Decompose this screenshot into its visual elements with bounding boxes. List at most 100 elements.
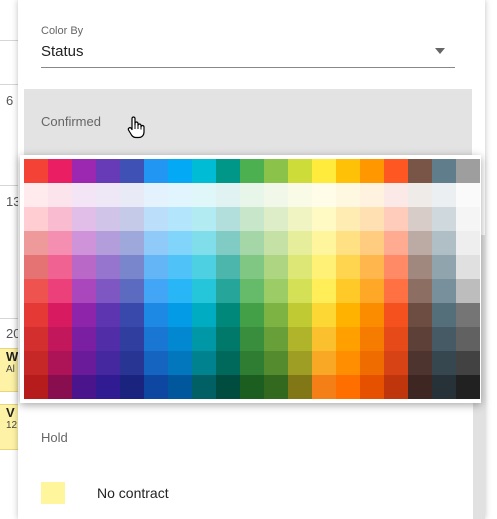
color-swatch-yellow-3[interactable] bbox=[312, 231, 336, 255]
color-swatch-light-green-0[interactable] bbox=[264, 159, 288, 183]
color-swatch-light-green-8[interactable] bbox=[264, 351, 288, 375]
color-swatch-green-1[interactable] bbox=[240, 183, 264, 207]
color-swatch-yellow-1[interactable] bbox=[312, 183, 336, 207]
color-swatch-yellow-4[interactable] bbox=[312, 255, 336, 279]
color-swatch-lime-1[interactable] bbox=[288, 183, 312, 207]
color-swatch-grey-8[interactable] bbox=[456, 351, 480, 375]
color-swatch-grey-2[interactable] bbox=[456, 207, 480, 231]
color-swatch-grey-7[interactable] bbox=[456, 327, 480, 351]
color-swatch-green-4[interactable] bbox=[240, 255, 264, 279]
color-swatch-pink-7[interactable] bbox=[48, 327, 72, 351]
color-swatch-brown-9[interactable] bbox=[408, 375, 432, 399]
color-swatch-light-blue-3[interactable] bbox=[168, 231, 192, 255]
color-swatch-deep-orange-3[interactable] bbox=[384, 231, 408, 255]
color-swatch-indigo-2[interactable] bbox=[120, 207, 144, 231]
color-swatch-blue-5[interactable] bbox=[144, 279, 168, 303]
color-swatch-purple-6[interactable] bbox=[72, 303, 96, 327]
color-swatch-blue-grey-7[interactable] bbox=[432, 327, 456, 351]
color-swatch-yellow-0[interactable] bbox=[312, 159, 336, 183]
color-swatch-grey-0[interactable] bbox=[456, 159, 480, 183]
color-swatch-red-9[interactable] bbox=[24, 375, 48, 399]
color-swatch-brown-4[interactable] bbox=[408, 255, 432, 279]
color-swatch-deep-orange-9[interactable] bbox=[384, 375, 408, 399]
color-swatch-light-blue-6[interactable] bbox=[168, 303, 192, 327]
color-swatch-indigo-7[interactable] bbox=[120, 327, 144, 351]
color-swatch-indigo-0[interactable] bbox=[120, 159, 144, 183]
color-swatch-blue-grey-0[interactable] bbox=[432, 159, 456, 183]
color-swatch-blue-0[interactable] bbox=[144, 159, 168, 183]
color-swatch-brown-6[interactable] bbox=[408, 303, 432, 327]
color-swatch-amber-6[interactable] bbox=[336, 303, 360, 327]
color-swatch-grey-3[interactable] bbox=[456, 231, 480, 255]
status-row-confirmed[interactable]: Confirmed bbox=[24, 89, 472, 155]
color-swatch-deep-orange-6[interactable] bbox=[384, 303, 408, 327]
color-swatch-amber-5[interactable] bbox=[336, 279, 360, 303]
color-swatch-green-5[interactable] bbox=[240, 279, 264, 303]
color-swatch-indigo-9[interactable] bbox=[120, 375, 144, 399]
color-swatch-red-2[interactable] bbox=[24, 207, 48, 231]
color-swatch-blue-grey-8[interactable] bbox=[432, 351, 456, 375]
color-swatch-amber-7[interactable] bbox=[336, 327, 360, 351]
color-swatch-pink-0[interactable] bbox=[48, 159, 72, 183]
color-swatch-amber-9[interactable] bbox=[336, 375, 360, 399]
color-swatch-light-green-9[interactable] bbox=[264, 375, 288, 399]
color-swatch-grey-4[interactable] bbox=[456, 255, 480, 279]
color-swatch-purple-4[interactable] bbox=[72, 255, 96, 279]
color-swatch-cyan-9[interactable] bbox=[192, 375, 216, 399]
color-swatch-indigo-3[interactable] bbox=[120, 231, 144, 255]
color-swatch-amber-2[interactable] bbox=[336, 207, 360, 231]
color-swatch-amber-4[interactable] bbox=[336, 255, 360, 279]
color-swatch-light-blue-0[interactable] bbox=[168, 159, 192, 183]
color-swatch-cyan-3[interactable] bbox=[192, 231, 216, 255]
color-swatch-indigo-8[interactable] bbox=[120, 351, 144, 375]
color-swatch-orange-9[interactable] bbox=[360, 375, 384, 399]
color-swatch-brown-3[interactable] bbox=[408, 231, 432, 255]
color-swatch-brown-7[interactable] bbox=[408, 327, 432, 351]
color-swatch-orange-5[interactable] bbox=[360, 279, 384, 303]
color-swatch-lime-8[interactable] bbox=[288, 351, 312, 375]
color-swatch-orange-7[interactable] bbox=[360, 327, 384, 351]
color-swatch-orange-6[interactable] bbox=[360, 303, 384, 327]
color-swatch-red-6[interactable] bbox=[24, 303, 48, 327]
color-swatch-orange-8[interactable] bbox=[360, 351, 384, 375]
color-swatch-green-8[interactable] bbox=[240, 351, 264, 375]
color-swatch-grey-1[interactable] bbox=[456, 183, 480, 207]
color-swatch-grey-9[interactable] bbox=[456, 375, 480, 399]
color-swatch-red-7[interactable] bbox=[24, 327, 48, 351]
color-swatch-deep-orange-5[interactable] bbox=[384, 279, 408, 303]
color-swatch-teal-6[interactable] bbox=[216, 303, 240, 327]
color-swatch-blue-grey-4[interactable] bbox=[432, 255, 456, 279]
color-swatch-amber-0[interactable] bbox=[336, 159, 360, 183]
status-row-hold[interactable]: Hold bbox=[41, 430, 68, 445]
color-swatch-blue-9[interactable] bbox=[144, 375, 168, 399]
color-swatch-teal-9[interactable] bbox=[216, 375, 240, 399]
color-swatch-lime-9[interactable] bbox=[288, 375, 312, 399]
color-swatch-teal-1[interactable] bbox=[216, 183, 240, 207]
color-swatch-amber-8[interactable] bbox=[336, 351, 360, 375]
color-swatch-light-green-6[interactable] bbox=[264, 303, 288, 327]
color-swatch-purple-0[interactable] bbox=[72, 159, 96, 183]
color-swatch-green-6[interactable] bbox=[240, 303, 264, 327]
color-swatch-lime-0[interactable] bbox=[288, 159, 312, 183]
color-swatch-red-3[interactable] bbox=[24, 231, 48, 255]
color-swatch-blue-grey-9[interactable] bbox=[432, 375, 456, 399]
color-swatch-deep-orange-8[interactable] bbox=[384, 351, 408, 375]
color-swatch-deep-orange-2[interactable] bbox=[384, 207, 408, 231]
color-by-select[interactable]: Status bbox=[41, 40, 455, 68]
color-swatch-purple-7[interactable] bbox=[72, 327, 96, 351]
color-swatch-lime-3[interactable] bbox=[288, 231, 312, 255]
color-swatch-green-2[interactable] bbox=[240, 207, 264, 231]
color-swatch-deep-purple-6[interactable] bbox=[96, 303, 120, 327]
color-swatch-pink-6[interactable] bbox=[48, 303, 72, 327]
color-swatch-yellow-5[interactable] bbox=[312, 279, 336, 303]
color-swatch-lime-5[interactable] bbox=[288, 279, 312, 303]
color-swatch-orange-1[interactable] bbox=[360, 183, 384, 207]
color-swatch-lime-7[interactable] bbox=[288, 327, 312, 351]
color-swatch-light-green-4[interactable] bbox=[264, 255, 288, 279]
color-swatch-pink-5[interactable] bbox=[48, 279, 72, 303]
color-swatch-blue-4[interactable] bbox=[144, 255, 168, 279]
color-swatch-yellow-6[interactable] bbox=[312, 303, 336, 327]
color-swatch-green-7[interactable] bbox=[240, 327, 264, 351]
color-swatch-deep-purple-4[interactable] bbox=[96, 255, 120, 279]
color-swatch-amber-1[interactable] bbox=[336, 183, 360, 207]
